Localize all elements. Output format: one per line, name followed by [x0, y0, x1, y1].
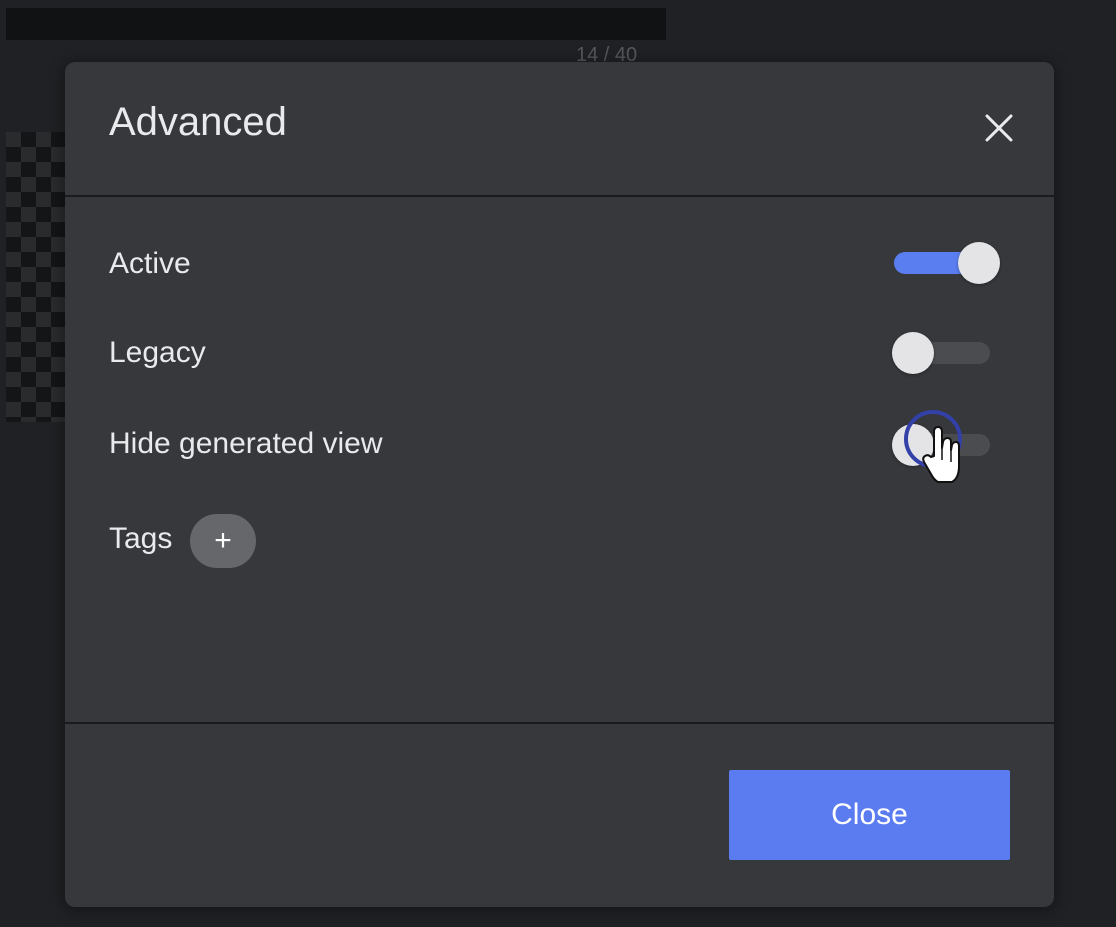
- active-toggle-knob: [958, 242, 1000, 284]
- active-label: Active: [109, 247, 191, 280]
- close-button[interactable]: Close: [729, 770, 1010, 860]
- plus-icon: +: [214, 524, 232, 557]
- close-icon[interactable]: [977, 106, 1021, 150]
- legacy-toggle[interactable]: [892, 332, 1002, 374]
- background-top-bar: [6, 8, 666, 40]
- active-toggle[interactable]: [890, 242, 1000, 284]
- dialog-title: Advanced: [109, 100, 287, 144]
- dialog-header: Advanced: [65, 62, 1054, 197]
- hand-cursor-icon: [922, 426, 964, 486]
- legacy-label: Legacy: [109, 336, 206, 369]
- background-checkerboard: [6, 132, 66, 422]
- tags-label: Tags: [109, 522, 173, 555]
- advanced-dialog: Advanced Active Legacy Hide generated vi…: [65, 62, 1054, 907]
- legacy-toggle-knob: [892, 332, 934, 374]
- add-tag-button[interactable]: +: [190, 514, 256, 568]
- hide-generated-view-label: Hide generated view: [109, 427, 383, 460]
- hide-generated-view-toggle[interactable]: [892, 410, 1002, 483]
- dialog-footer: Close: [65, 722, 1054, 907]
